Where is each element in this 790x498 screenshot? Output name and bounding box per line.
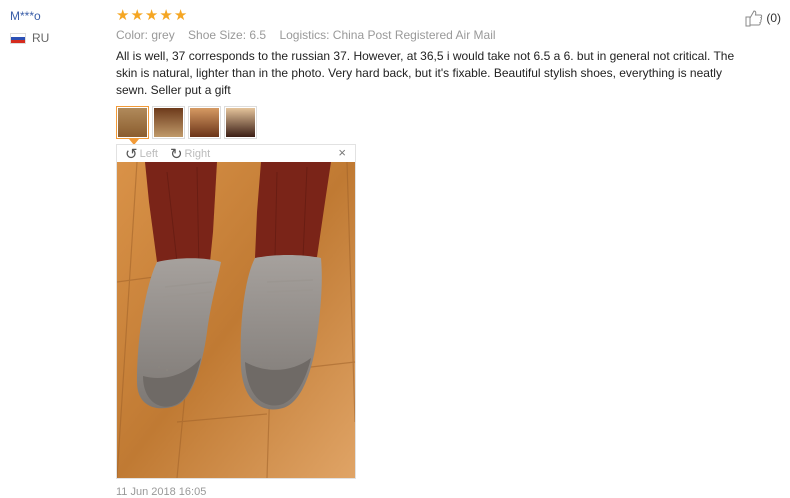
star-icon: ★ xyxy=(144,7,159,24)
order-details: Color: grey Shoe Size: 6.5 Logistics: Ch… xyxy=(116,28,776,42)
logistics-detail: Logistics: China Post Registered Air Mai… xyxy=(279,28,496,42)
helpful-button[interactable]: (0) xyxy=(745,9,781,27)
photo-thumbnail[interactable] xyxy=(188,106,221,139)
star-icon: ★ xyxy=(116,7,130,24)
viewer-toolbar: ↺ Left ↻ Right × xyxy=(117,145,355,163)
photo-thumbnail[interactable] xyxy=(152,106,185,139)
photo-thumbnail[interactable] xyxy=(224,106,257,139)
review-content: ★ ★ ★ ★ ★ Color: grey Shoe Size: 6.5 Log… xyxy=(116,8,776,145)
rotate-right-icon: ↻ xyxy=(169,145,183,163)
reviewer-info: M***o RU xyxy=(10,9,49,45)
review-date: 11 Jun 2018 16:05 xyxy=(116,486,207,498)
russia-flag-icon xyxy=(10,32,26,44)
size-detail: Shoe Size: 6.5 xyxy=(188,28,267,42)
review-text: All is well, 37 corresponds to the russi… xyxy=(116,49,735,97)
reviewer-country: RU xyxy=(10,31,49,45)
color-detail: Color: grey xyxy=(116,28,175,42)
photo-viewer: ↺ Left ↻ Right × xyxy=(116,144,356,479)
thumbs-up-icon xyxy=(745,10,763,27)
reviewer-name-link[interactable]: M***o xyxy=(10,9,49,23)
helpful-count: (0) xyxy=(766,11,781,25)
rotate-right-label: Right xyxy=(184,147,211,160)
rotate-left-icon: ↺ xyxy=(125,145,138,163)
review-photo xyxy=(117,162,355,478)
star-rating: ★ ★ ★ ★ ★ xyxy=(116,8,776,24)
star-icon: ★ xyxy=(159,7,173,24)
star-icon: ★ xyxy=(130,7,144,24)
close-viewer-button[interactable]: × xyxy=(338,145,346,160)
rotate-left-label: Left xyxy=(139,147,158,160)
photo-thumbnail[interactable] xyxy=(116,106,149,145)
country-code: RU xyxy=(32,31,50,45)
photo-thumbnails xyxy=(116,106,776,145)
rotate-left-button[interactable]: ↺ Left xyxy=(125,145,158,163)
rotate-right-button[interactable]: ↻ Right xyxy=(170,145,210,163)
star-icon: ★ xyxy=(173,7,188,24)
